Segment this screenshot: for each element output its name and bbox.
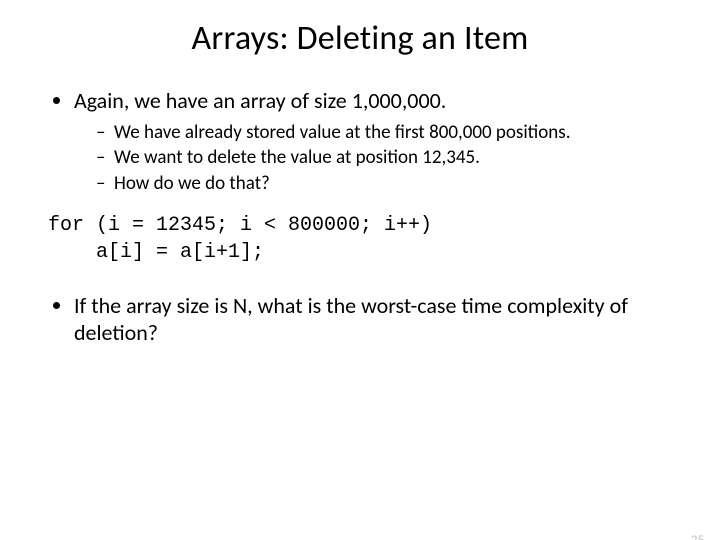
bullet-item-2: If the array size is N, what is the wors… [74, 292, 672, 347]
code-line: for (i = 12345; i < 800000; i++) [48, 214, 432, 237]
bullet-list-2: If the array size is N, what is the wors… [48, 292, 672, 347]
code-line: a[i] = a[i+1]; [48, 241, 264, 264]
sub-bullet-list: We have already stored value at the firs… [74, 121, 672, 196]
sub-bullet-item: We want to delete the value at position … [96, 146, 672, 170]
slide-title: Arrays: Deleting an Item [0, 18, 720, 59]
bullet-item-1: Again, we have an array of size 1,000,00… [74, 87, 672, 196]
sub-bullet-text: We have already stored value at the firs… [114, 121, 571, 144]
page-number: 25 [691, 533, 704, 540]
bullet-list: Again, we have an array of size 1,000,00… [48, 87, 672, 196]
bullet-text: If the array size is N, what is the wors… [74, 292, 628, 347]
sub-bullet-item: How do we do that? [96, 172, 672, 196]
bullet-text: Again, we have an array of size 1,000,00… [74, 87, 446, 114]
sub-bullet-item: We have already stored value at the firs… [96, 121, 672, 145]
sub-bullet-text: How do we do that? [114, 172, 270, 195]
sub-bullet-text: We want to delete the value at position … [114, 146, 480, 169]
code-block: for (i = 12345; i < 800000; i++) a[i] = … [48, 212, 672, 266]
slide: Arrays: Deleting an Item Again, we have … [0, 18, 720, 540]
slide-body: Again, we have an array of size 1,000,00… [0, 87, 720, 347]
